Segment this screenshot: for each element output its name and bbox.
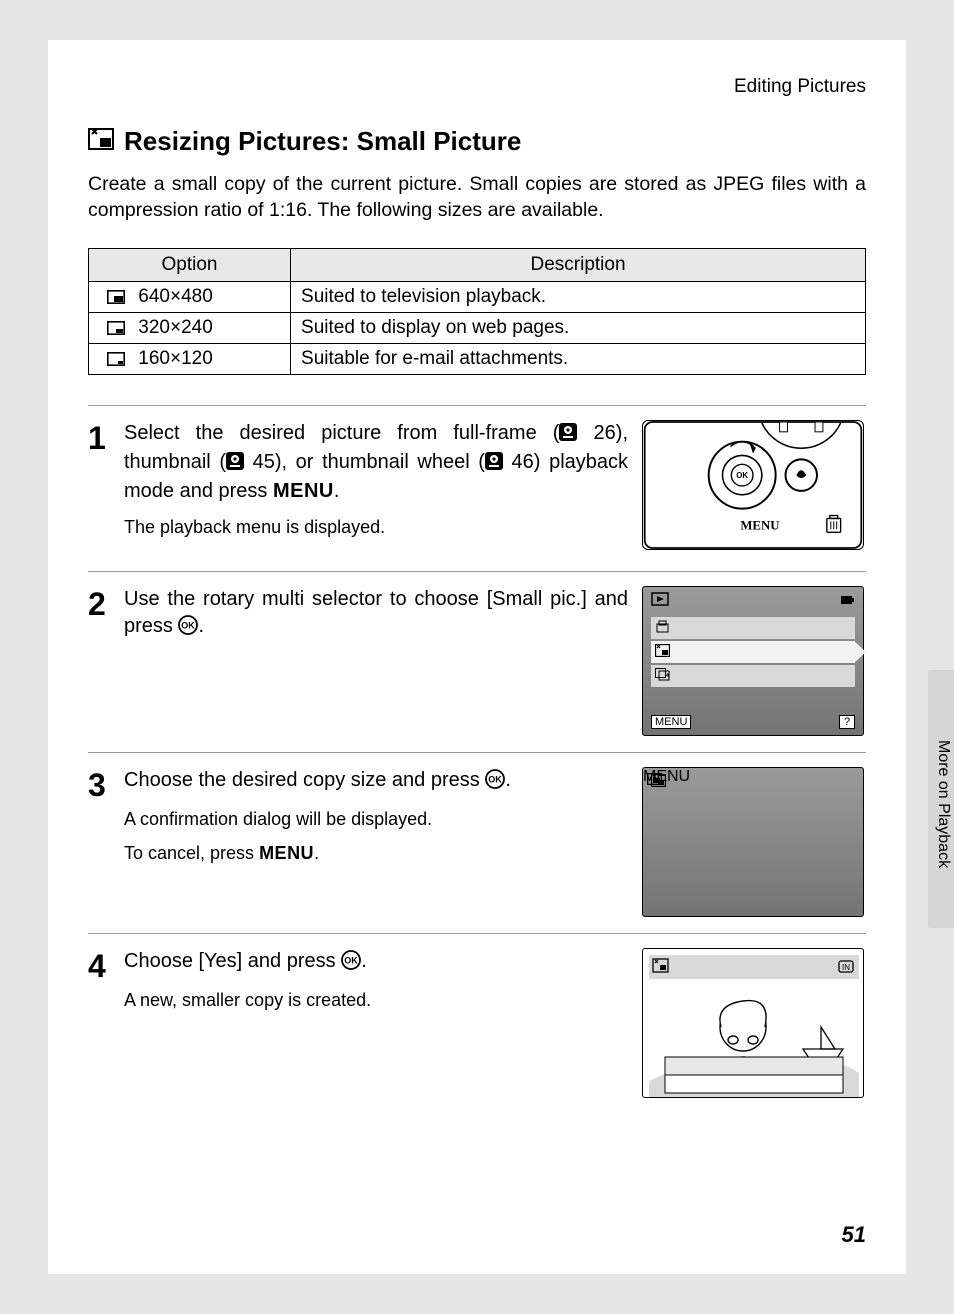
step-4-figure: IN <box>642 948 866 1098</box>
step-3-sub2: To cancel, press MENU. <box>124 841 628 865</box>
menu-button-label: MENU <box>259 843 314 863</box>
text: . <box>505 769 511 791</box>
step-2-text: Use the rotary multi selector to choose … <box>124 586 628 643</box>
table-header-description: Description <box>291 248 866 281</box>
text: ), or thumbnail wheel ( <box>275 451 485 473</box>
options-table: Option Description 640×480 Suited to tel… <box>88 248 866 375</box>
playback-icon <box>651 592 669 606</box>
step-number: 2 <box>88 586 124 736</box>
size-160-row-icon <box>647 772 662 790</box>
small-pic-row-icon <box>655 644 670 662</box>
svg-text:OK: OK <box>182 620 196 630</box>
page-ref: 45 <box>253 451 275 473</box>
svg-text:OK: OK <box>489 774 503 784</box>
page-ref-icon <box>485 451 503 478</box>
step-2: 2 Use the rotary multi selector to choos… <box>88 586 866 736</box>
svg-text:IN: IN <box>842 963 850 972</box>
camera-back-illustration: OK MENU <box>642 420 864 550</box>
size-320-icon <box>107 317 133 338</box>
breadcrumb: Editing Pictures <box>88 76 866 98</box>
print-set-icon <box>655 620 670 639</box>
text: . <box>314 843 319 863</box>
option-desc: Suitable for e-mail attachments. <box>291 343 866 374</box>
text: . <box>361 950 367 972</box>
option-label: 640×480 <box>138 286 213 307</box>
page-number: 51 <box>842 1222 866 1248</box>
table-header-option: Option <box>89 248 291 281</box>
text: . <box>198 615 204 637</box>
text: Choose the desired copy size and press <box>124 769 485 791</box>
divider <box>88 405 866 406</box>
divider <box>88 752 866 753</box>
svg-text:OK: OK <box>736 471 748 480</box>
lcd-size-menu: MENU <box>642 767 864 917</box>
menu-footer-label: MENU <box>651 715 691 729</box>
step-1-figure: OK MENU <box>642 420 866 555</box>
step-1-text: Select the desired picture from full-fra… <box>124 420 628 505</box>
lcd-confirmation: IN <box>642 948 864 1098</box>
ok-button-icon: OK <box>341 950 361 978</box>
lcd-playback-menu: MENU ? <box>642 586 864 736</box>
intro-paragraph: Create a small copy of the current pictu… <box>88 171 866 224</box>
menu-button-label: MENU <box>273 480 334 502</box>
ok-button-icon: OK <box>178 615 198 643</box>
table-row: 160×120 Suitable for e-mail attachments. <box>89 343 866 374</box>
step-4: 4 Choose [Yes] and press OK. A new, smal… <box>88 948 866 1098</box>
text: Select the desired picture from full-fra… <box>124 422 559 444</box>
page-ref: 26 <box>594 422 616 444</box>
size-160-icon <box>107 348 133 369</box>
step-3-sub1: A confirmation dialog will be displayed. <box>124 807 628 831</box>
step-number: 4 <box>88 948 124 1098</box>
step-3-figure: MENU <box>642 767 866 917</box>
manual-page: Editing Pictures Resizing Pictures: Smal… <box>48 40 906 1274</box>
option-desc: Suited to display on web pages. <box>291 312 866 343</box>
svg-text:OK: OK <box>344 955 358 965</box>
step-3: 3 Choose the desired copy size and press… <box>88 767 866 917</box>
page-ref: 46 <box>512 451 534 473</box>
title-text: Resizing Pictures: Small Picture <box>124 126 521 157</box>
step-number: 3 <box>88 767 124 917</box>
ok-button-icon: OK <box>485 769 505 797</box>
divider <box>88 933 866 934</box>
option-label: 320×240 <box>138 317 213 338</box>
text: Choose [Yes] and press <box>124 950 341 972</box>
text: To cancel, press <box>124 843 259 863</box>
step-3-text: Choose the desired copy size and press O… <box>124 767 628 797</box>
svg-text:MENU: MENU <box>740 518 779 532</box>
table-row: 320×240 Suited to display on web pages. <box>89 312 866 343</box>
size-640-icon <box>107 286 133 307</box>
step-4-sub: A new, smaller copy is created. <box>124 988 628 1012</box>
menu-footer-label: MENU <box>643 768 863 786</box>
divider <box>88 571 866 572</box>
page-ref-icon <box>226 451 244 478</box>
option-desc: Suited to television playback. <box>291 281 866 312</box>
option-label: 160×120 <box>138 348 213 369</box>
step-2-figure: MENU ? <box>642 586 866 736</box>
page-ref-icon <box>559 422 577 449</box>
page-title: Resizing Pictures: Small Picture <box>88 126 866 157</box>
step-1: 1 Select the desired picture from full-f… <box>88 420 866 555</box>
small-picture-icon <box>88 126 114 157</box>
help-icon: ? <box>839 715 855 729</box>
table-row: 640×480 Suited to television playback. <box>89 281 866 312</box>
side-tab-label: More on Playback <box>934 740 952 868</box>
text: . <box>334 480 340 502</box>
step-1-sub: The playback menu is displayed. <box>124 515 628 539</box>
step-4-text: Choose [Yes] and press OK. <box>124 948 628 978</box>
battery-icon <box>841 592 855 610</box>
step-number: 1 <box>88 420 124 555</box>
copy-row-icon <box>655 668 670 686</box>
